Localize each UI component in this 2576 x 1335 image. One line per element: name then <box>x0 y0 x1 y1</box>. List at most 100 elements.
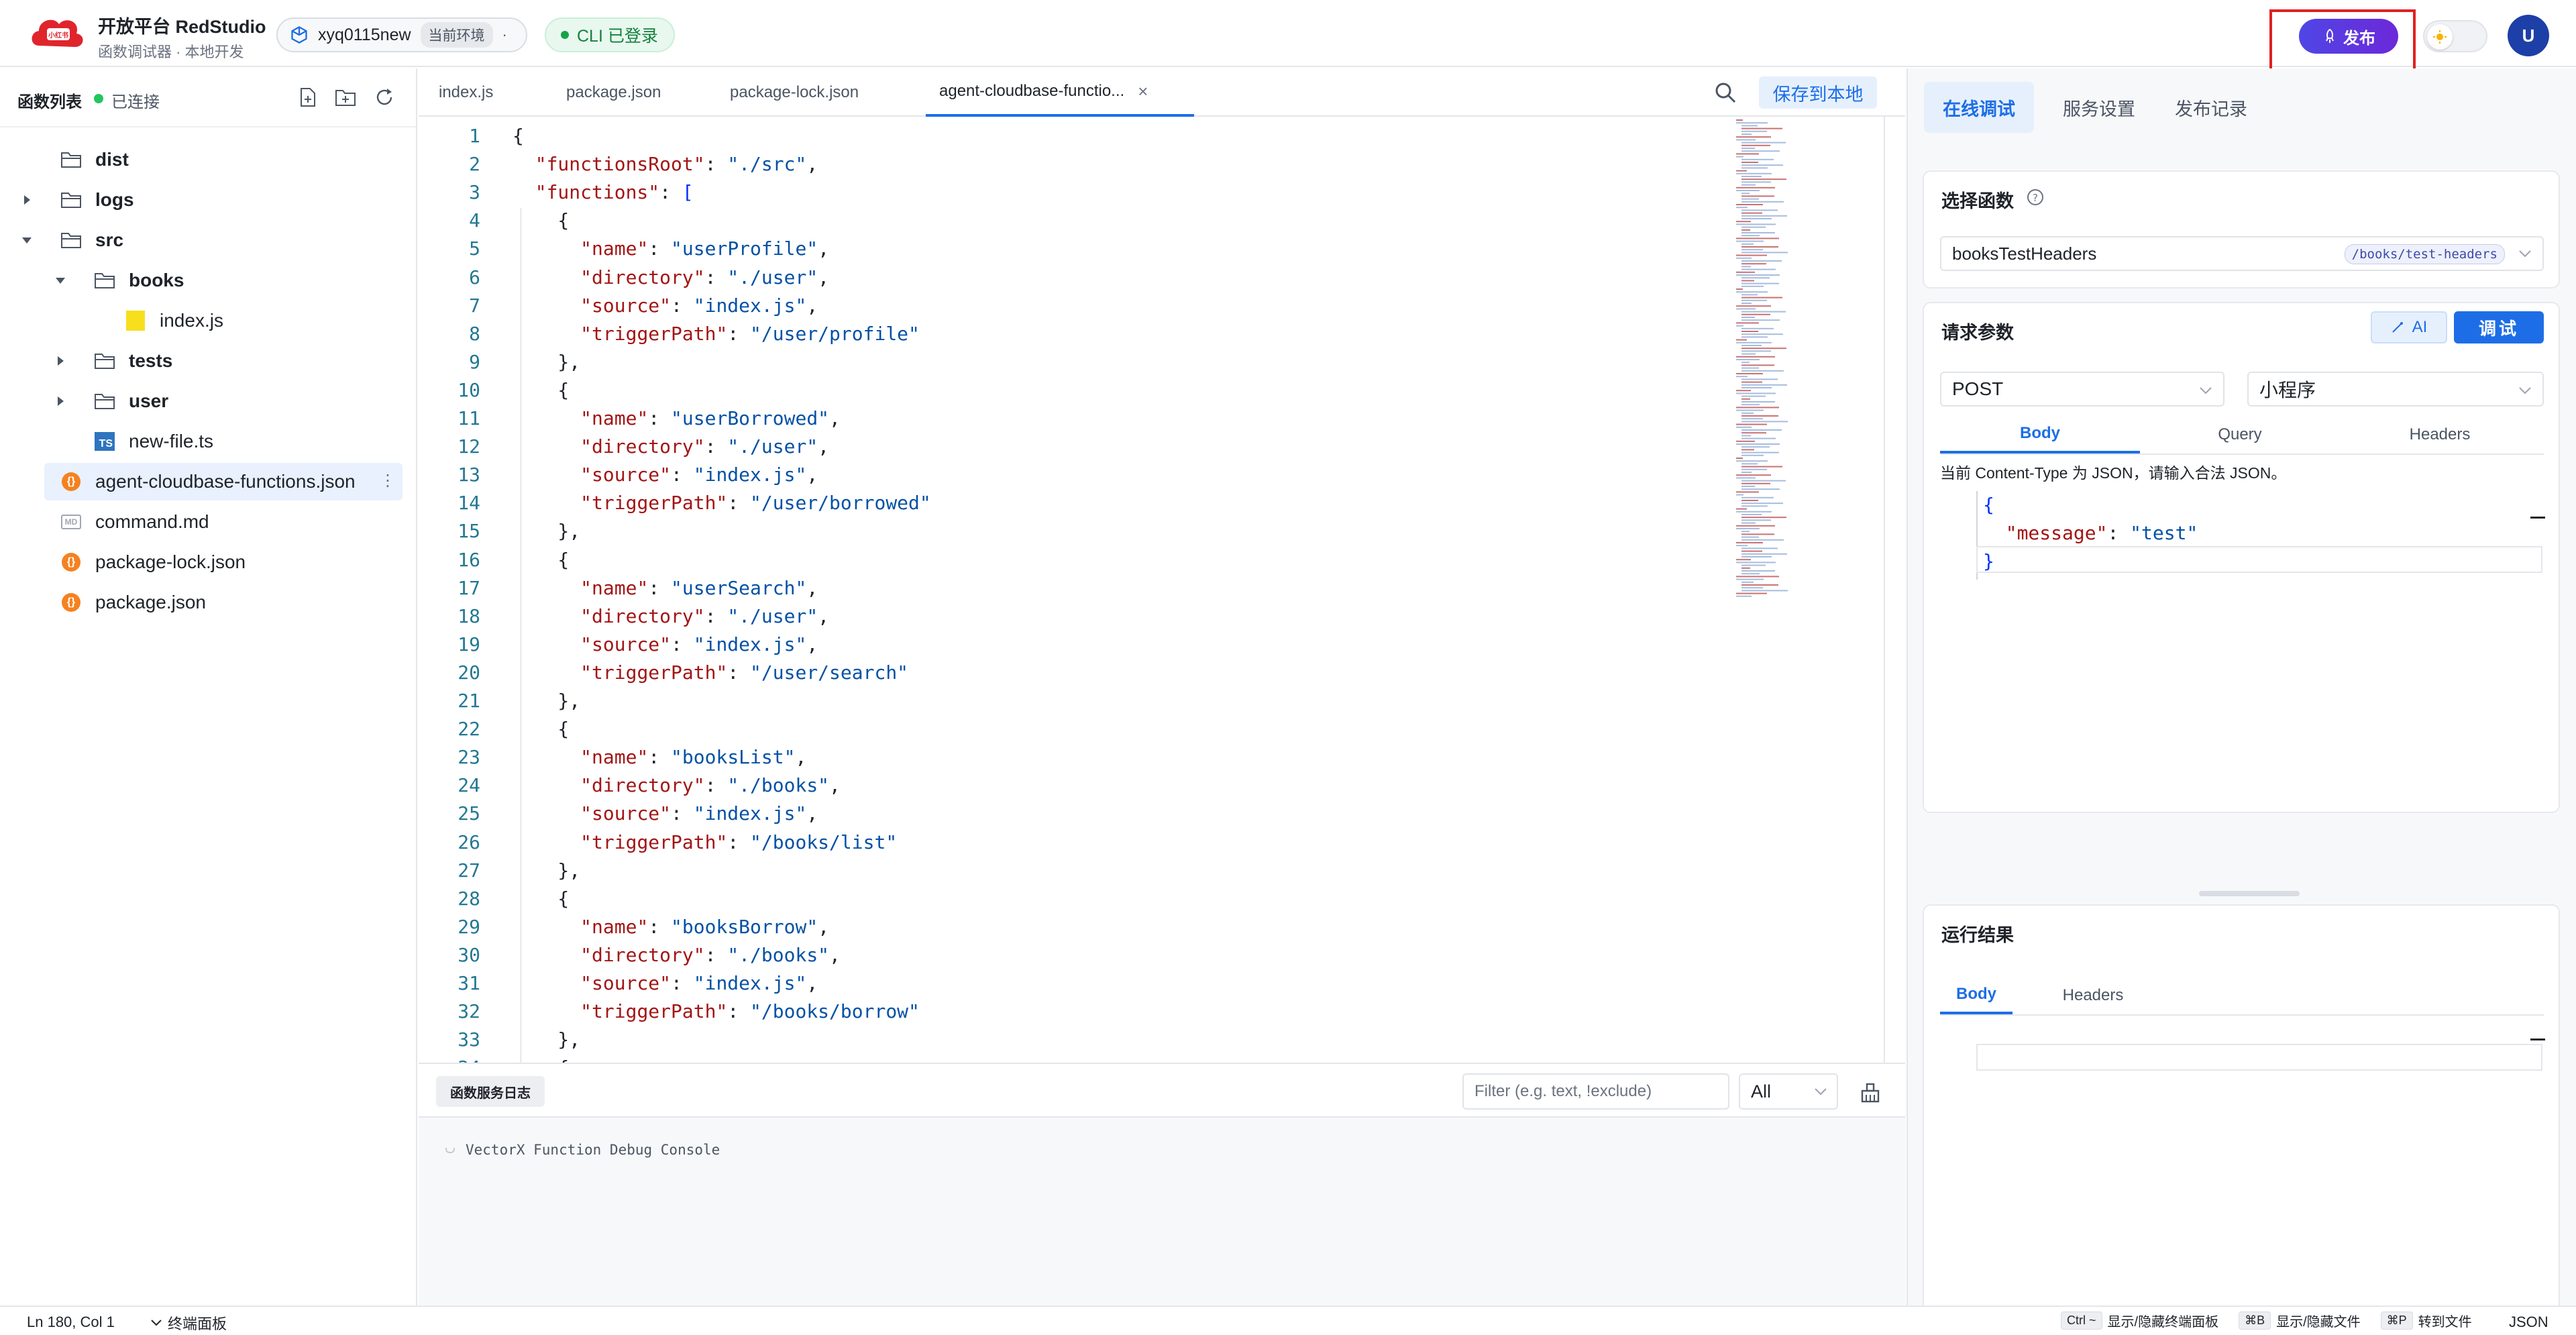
chevron-right-icon[interactable] <box>54 394 67 408</box>
code-text: "directory": "./books", <box>513 941 841 969</box>
tab-function-service-log[interactable]: 函数服务日志 <box>436 1076 545 1107</box>
publish-button[interactable]: 发布 <box>2299 19 2398 54</box>
svg-text:小红书: 小红书 <box>48 31 68 40</box>
magic-wand-icon <box>2392 322 2403 333</box>
user-avatar[interactable]: U <box>2508 15 2549 56</box>
code-text: "name": "userSearch", <box>513 574 818 602</box>
app-subtitle: 函数调试器 · 本地开发 <box>98 44 244 60</box>
tree-item[interactable]: user <box>0 382 416 420</box>
ai-assist-button[interactable]: AI <box>2371 311 2447 343</box>
code-line: 12 "directory": "./user", <box>419 433 1894 461</box>
close-icon[interactable]: × <box>1138 81 1148 102</box>
clear-log-icon[interactable] <box>1857 1079 1884 1106</box>
tree-item[interactable]: books <box>0 262 416 299</box>
log-filter-input[interactable]: Filter (e.g. text, !exclude) <box>1462 1073 1729 1110</box>
console-text: VectorX Function Debug Console <box>466 1142 720 1158</box>
code-token: "./books" <box>727 943 830 966</box>
code-minimap[interactable] <box>1733 117 1827 600</box>
tab-package-lock-json[interactable]: package-lock.json <box>730 68 871 117</box>
code-token: "index.js" <box>693 972 807 994</box>
json-file-icon: {} <box>60 553 82 572</box>
terminal-toggle[interactable]: 终端面板 <box>150 1312 227 1334</box>
chevron-right-icon[interactable] <box>20 193 34 207</box>
status-dot-icon <box>561 31 569 39</box>
tree-item[interactable]: tests <box>0 342 416 380</box>
code-token: "/books/borrow" <box>750 1000 920 1023</box>
panel-resize-handle[interactable] <box>2199 891 2300 896</box>
code-text: { <box>513 122 524 150</box>
code-line: 34 { <box>419 1054 1894 1063</box>
tab-result-headers[interactable]: Headers <box>2045 977 2141 1014</box>
code-token: : <box>727 661 751 684</box>
client-type-select[interactable]: 小程序 <box>2247 372 2544 407</box>
tree-item[interactable]: TS new-file.ts <box>0 423 416 460</box>
line-number: 23 <box>458 746 480 769</box>
code-token: }, <box>513 690 581 712</box>
code-token: "./src" <box>727 153 807 176</box>
code-line: 13 "source": "index.js", <box>419 461 1894 489</box>
debug-run-button[interactable]: 调试 <box>2454 311 2544 343</box>
search-icon[interactable] <box>1713 81 1737 105</box>
chevron-down-icon[interactable] <box>20 233 34 247</box>
line-number: 31 <box>458 972 480 994</box>
language-mode[interactable]: JSON <box>2509 1314 2548 1331</box>
tab-service-settings[interactable]: 服务设置 <box>2049 82 2149 133</box>
code-editor[interactable]: 1{2 "functionsRoot": "./src", 3 "function… <box>419 117 1905 1063</box>
tab-publish-records[interactable]: 发布记录 <box>2164 82 2258 133</box>
code-token: "/user/profile" <box>750 322 920 345</box>
code-token: "message" <box>2005 522 2108 544</box>
http-method-select[interactable]: POST <box>1940 372 2224 407</box>
help-icon[interactable]: ? <box>2026 188 2045 207</box>
tree-item[interactable]: index.js <box>0 302 416 339</box>
chevron-down-icon <box>1815 1088 1827 1096</box>
tree-item[interactable]: {} package.json <box>0 584 416 621</box>
code-token: , <box>818 266 830 288</box>
tab-body[interactable]: Body <box>1940 416 2140 453</box>
code-token: "triggerPath" <box>580 492 728 515</box>
tab-agent-cloudbase-functions-json[interactable]: agent-cloudbase-functio... × <box>926 68 1194 117</box>
tab-package-json[interactable]: package.json <box>566 68 667 117</box>
code-token: "triggerPath" <box>580 831 728 853</box>
tab-index-js[interactable]: index.js <box>439 68 498 117</box>
code-line: 18 "directory": "./user", <box>419 602 1894 631</box>
code-token: , <box>829 774 841 797</box>
chevron-right-icon[interactable] <box>54 354 67 368</box>
tab-result-body[interactable]: Body <box>1940 977 2012 1014</box>
code-token: "source" <box>580 972 672 994</box>
tree-item[interactable]: {} package-lock.json <box>0 543 416 581</box>
tab-query[interactable]: Query <box>2140 416 2340 453</box>
line-number: 3 <box>469 181 480 204</box>
environment-selector[interactable]: xyq0115new 当前环境 · <box>276 17 527 52</box>
refresh-icon[interactable] <box>373 86 396 109</box>
code-token: { <box>1983 494 1994 516</box>
code-text: "name": "booksBorrow", <box>513 913 829 941</box>
function-select[interactable]: booksTestHeaders /books/test-headers <box>1940 236 2544 271</box>
tab-headers[interactable]: Headers <box>2340 416 2540 453</box>
folder-icon <box>60 150 82 169</box>
log-level-select[interactable]: All <box>1739 1073 1838 1110</box>
theme-toggle[interactable] <box>2423 20 2487 52</box>
code-text: }, <box>513 857 580 885</box>
code-token: , <box>806 633 818 655</box>
code-token: , <box>818 237 830 260</box>
cube-icon <box>291 25 307 44</box>
tab-online-debug[interactable]: 在线调试 <box>1924 82 2034 133</box>
tree-item[interactable]: dist <box>0 141 416 178</box>
editor-tabbar: index.js package.json package-lock.json … <box>419 68 1905 117</box>
new-file-icon[interactable] <box>297 86 319 109</box>
tree-item[interactable]: src <box>0 221 416 259</box>
tree-item-label: tests <box>129 350 173 371</box>
more-options-icon[interactable]: ⋮ <box>380 471 396 490</box>
save-to-local-button[interactable]: 保存到本地 <box>1759 76 1877 109</box>
chevron-down-icon[interactable] <box>54 274 67 287</box>
new-folder-icon[interactable] <box>334 86 357 109</box>
tree-item[interactable]: {} agent-cloudbase-functions.json ⋮ <box>44 463 402 500</box>
code-text: "source": "index.js", <box>513 800 818 828</box>
tree-item[interactable]: MD command.md <box>0 503 416 541</box>
code-token: "/user/borrowed" <box>750 492 931 515</box>
tree-item[interactable]: logs <box>0 181 416 219</box>
result-title: 运行结果 <box>1941 925 2014 945</box>
code-token: , <box>818 915 830 938</box>
